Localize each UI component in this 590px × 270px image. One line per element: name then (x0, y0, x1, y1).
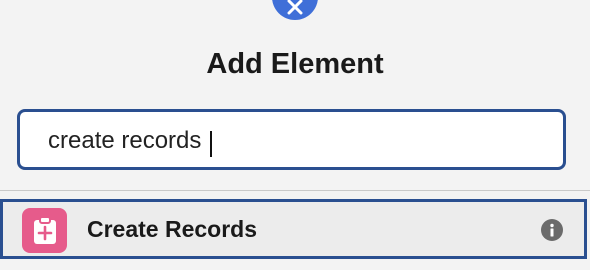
create-records-icon (22, 208, 67, 253)
search-input[interactable] (48, 126, 528, 156)
close-button[interactable] (272, 0, 318, 20)
result-item-create-records[interactable]: Create Records (0, 199, 587, 259)
divider (0, 190, 590, 191)
result-item-label: Create Records (87, 216, 258, 242)
dialog-title: Add Element (206, 48, 384, 80)
close-icon (287, 0, 303, 15)
info-icon[interactable] (541, 219, 563, 241)
text-cursor (210, 131, 212, 157)
search-box[interactable] (17, 109, 566, 170)
